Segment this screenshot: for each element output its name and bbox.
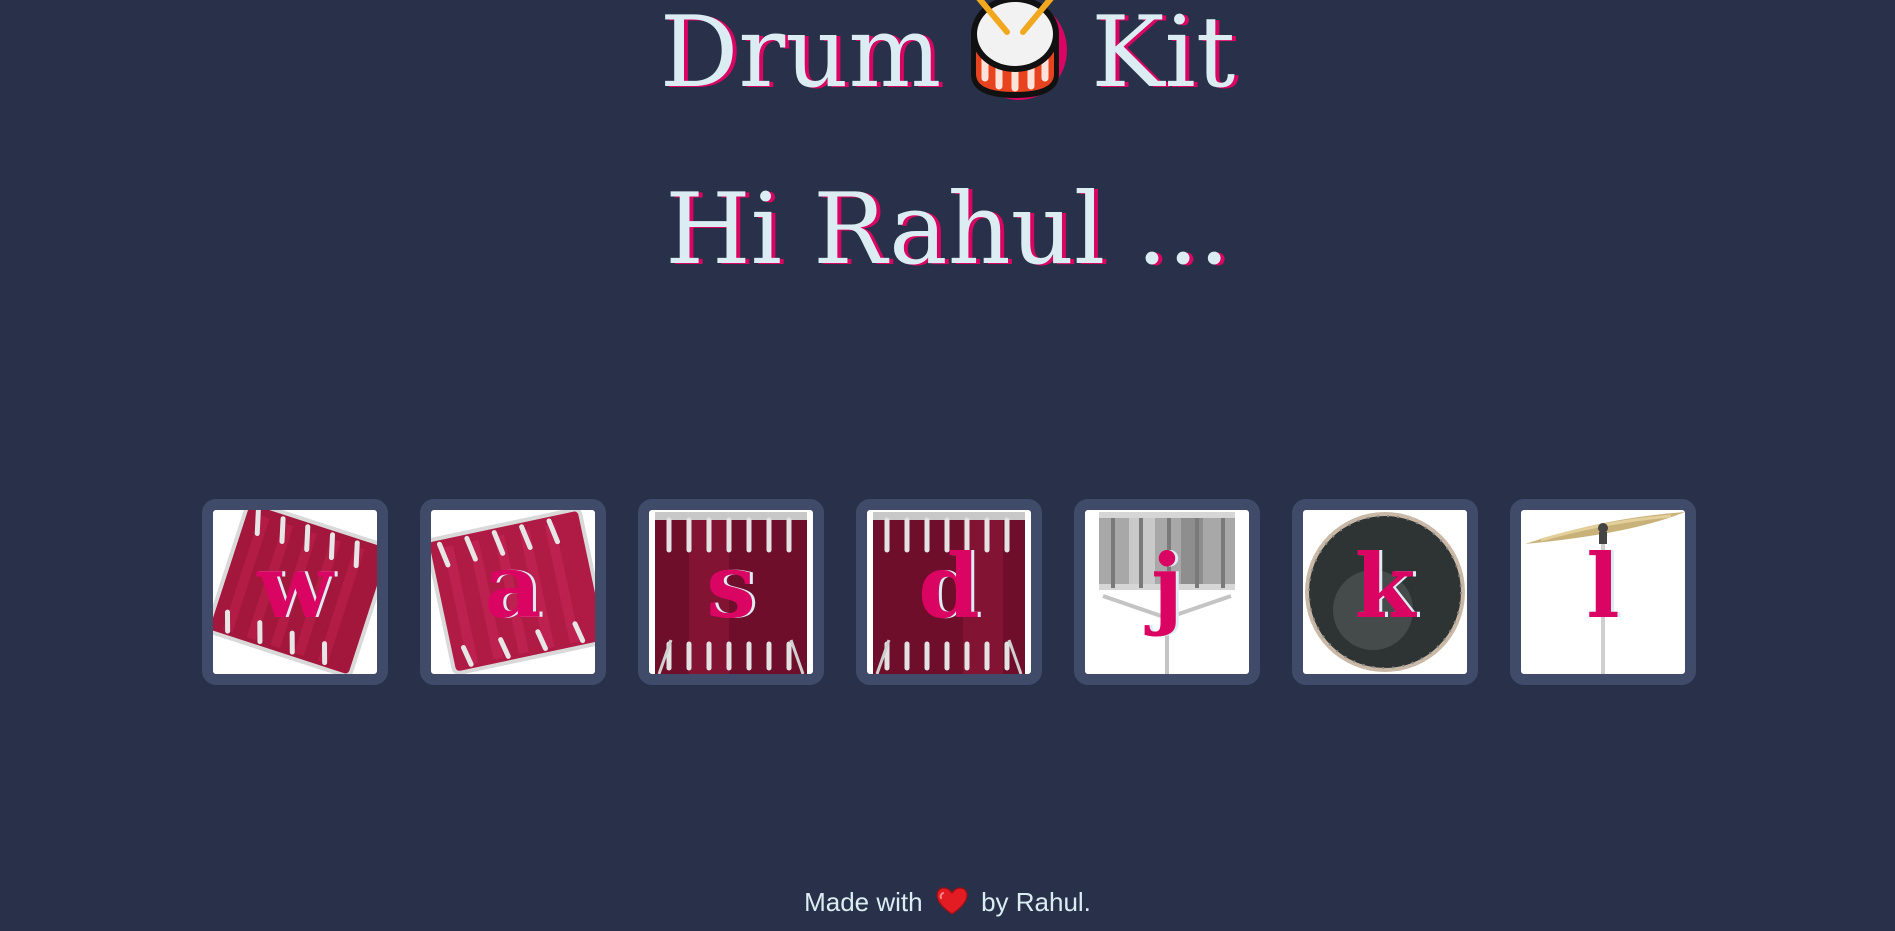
greeting-heading: Hi Rahul ... — [665, 173, 1230, 287]
drum-key-label: w — [257, 534, 333, 638]
drum-button-d[interactable]: d — [856, 499, 1042, 685]
drum-button-a[interactable]: a — [420, 499, 606, 685]
drum-set: w a s d j k l — [202, 499, 1696, 685]
drum-button-k[interactable]: k — [1292, 499, 1478, 685]
drum-key-label: k — [1354, 534, 1416, 638]
footer-suffix: by Rahul. — [981, 887, 1091, 917]
drum-button-j[interactable]: j — [1074, 499, 1260, 685]
drum-key-label: l — [1586, 534, 1620, 638]
drum-button-w[interactable]: w — [202, 499, 388, 685]
drum-emoji-icon — [971, 0, 1068, 100]
drum-key-label: a — [484, 534, 542, 638]
page-title: Drum Kit — [0, 0, 1895, 112]
drum-key-label: j — [1151, 534, 1183, 638]
drum-key-label: s — [706, 534, 756, 638]
heart-icon — [936, 887, 968, 915]
drum-button-s[interactable]: s — [638, 499, 824, 685]
drum-key-label: d — [918, 534, 980, 638]
drum-button-l[interactable]: l — [1510, 499, 1696, 685]
title-kit-word: Kit — [1091, 0, 1236, 110]
footer: Made with by Rahul. — [0, 887, 1895, 918]
title-drum-word: Drum — [659, 0, 942, 110]
footer-prefix: Made with — [804, 887, 923, 917]
